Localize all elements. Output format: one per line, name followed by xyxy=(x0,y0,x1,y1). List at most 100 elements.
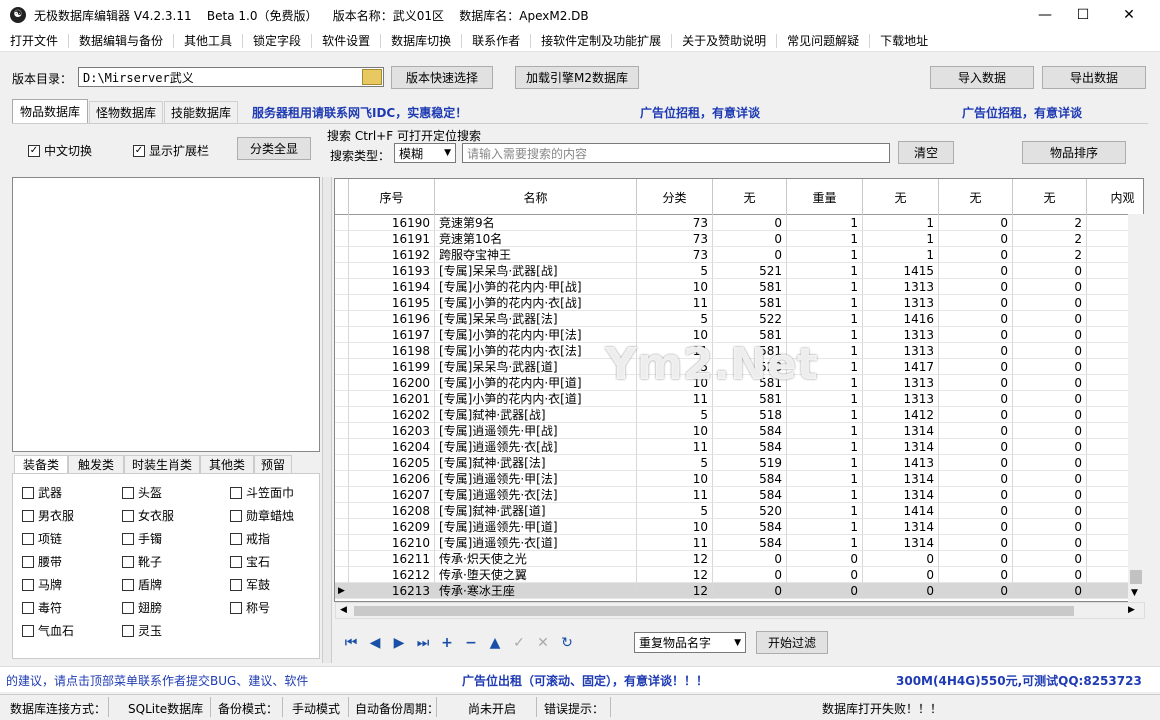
table-cell[interactable]: 0 xyxy=(1013,359,1087,375)
next-record-icon[interactable]: ▶ xyxy=(390,634,408,652)
column-header[interactable]: 无 xyxy=(863,179,939,215)
table-cell[interactable]: [专属]逍遥领先·甲[战] xyxy=(435,423,637,439)
column-header[interactable]: 名称 xyxy=(435,179,637,215)
table-cell[interactable]: 12 xyxy=(637,567,713,583)
table-cell[interactable]: [专属]小笋的花内内·甲[战] xyxy=(435,279,637,295)
table-cell[interactable]: 10 xyxy=(637,375,713,391)
table-cell[interactable]: 0 xyxy=(939,567,1013,583)
table-cell[interactable]: 523 xyxy=(713,359,787,375)
menu-item[interactable]: 联系作者 xyxy=(462,33,532,48)
show-ext-checkbox[interactable]: ✓ 显示扩展栏 xyxy=(133,142,209,159)
table-cell[interactable]: 1412 xyxy=(863,407,939,423)
table-cell[interactable]: 16210 xyxy=(349,535,435,551)
table-row[interactable]: 16192跨服夺宝神王730110242 xyxy=(335,247,1143,263)
table-cell[interactable]: 11 xyxy=(637,487,713,503)
table-cell[interactable]: 522 xyxy=(713,311,787,327)
table-cell[interactable]: [专属]呆呆鸟·武器[法] xyxy=(435,311,637,327)
table-cell[interactable]: 1416 xyxy=(863,311,939,327)
tab-items[interactable]: 物品数据库 xyxy=(12,99,88,123)
table-cell[interactable]: 0 xyxy=(1013,279,1087,295)
table-cell[interactable]: 传承·寒冰王座 xyxy=(435,583,637,599)
table-cell[interactable]: 584 xyxy=(713,439,787,455)
category-checkbox[interactable]: 女衣服 xyxy=(122,507,174,524)
table-cell[interactable]: 1313 xyxy=(863,391,939,407)
table-cell[interactable]: 1314 xyxy=(863,439,939,455)
table-cell[interactable]: 1313 xyxy=(863,279,939,295)
table-row[interactable]: 16210[专属]逍遥领先·衣[道]11584113140079 xyxy=(335,535,1143,551)
table-cell[interactable]: 0 xyxy=(939,503,1013,519)
table-row[interactable]: 16207[专属]逍遥领先·衣[法]11584113140079 xyxy=(335,487,1143,503)
table-cell[interactable]: 0 xyxy=(939,375,1013,391)
category-checkbox[interactable]: 腰带 xyxy=(22,553,62,570)
category-checkbox[interactable]: 头盔 xyxy=(122,484,162,501)
table-cell[interactable]: 1 xyxy=(787,519,863,535)
table-cell[interactable]: 0 xyxy=(1013,391,1087,407)
table-cell[interactable]: 1 xyxy=(787,327,863,343)
category-checkbox[interactable]: 翅膀 xyxy=(122,599,162,616)
cancel-edit-icon[interactable]: ✕ xyxy=(534,634,552,652)
table-cell[interactable]: 584 xyxy=(713,471,787,487)
table-cell[interactable]: [专属]弑神·武器[法] xyxy=(435,455,637,471)
table-cell[interactable]: 2 xyxy=(1013,247,1087,263)
table-cell[interactable]: 1413 xyxy=(863,455,939,471)
table-cell[interactable]: 0 xyxy=(1013,583,1087,599)
table-cell[interactable]: 0 xyxy=(939,551,1013,567)
table-cell[interactable]: 0 xyxy=(787,583,863,599)
table-cell[interactable]: 10 xyxy=(637,327,713,343)
menu-item[interactable]: 关于及赞助说明 xyxy=(672,33,778,48)
table-cell[interactable]: 1415 xyxy=(863,263,939,279)
table-cell[interactable]: 16203 xyxy=(349,423,435,439)
table-cell[interactable]: [专属]小笋的花内内·甲[道] xyxy=(435,375,637,391)
table-cell[interactable]: 1 xyxy=(787,247,863,263)
search-input[interactable]: 请输入需要搜索的内容 xyxy=(462,143,890,163)
category-tab[interactable]: 其他类 xyxy=(200,455,254,473)
table-row[interactable]: 16198[专属]小笋的花内内·衣[法]11581113130078 xyxy=(335,343,1143,359)
table-cell[interactable]: 0 xyxy=(713,215,787,231)
item-sort-button[interactable]: 物品排序 xyxy=(1022,141,1126,164)
table-cell[interactable]: 0 xyxy=(939,519,1013,535)
table-cell[interactable]: 1 xyxy=(787,455,863,471)
table-cell[interactable]: 16209 xyxy=(349,519,435,535)
scroll-thumb[interactable] xyxy=(1130,570,1142,584)
tab-skills[interactable]: 技能数据库 xyxy=(164,101,238,123)
table-cell[interactable]: 16190 xyxy=(349,215,435,231)
table-cell[interactable]: [专属]逍遥领先·衣[战] xyxy=(435,439,637,455)
table-cell[interactable]: 5 xyxy=(637,263,713,279)
table-row[interactable]: 16206[专属]逍遥领先·甲[法]10584113140079 xyxy=(335,471,1143,487)
table-cell[interactable]: 1414 xyxy=(863,503,939,519)
table-cell[interactable]: 1 xyxy=(787,423,863,439)
table-cell[interactable]: [专属]小笋的花内内·衣[道] xyxy=(435,391,637,407)
table-cell[interactable]: [专属]逍遥领先·衣[道] xyxy=(435,535,637,551)
column-header[interactable]: 无 xyxy=(939,179,1013,215)
table-row[interactable]: 16197[专属]小笋的花内内·甲[法]10581113130078 xyxy=(335,327,1143,343)
table-cell[interactable]: 10 xyxy=(637,423,713,439)
table-cell[interactable]: [专属]呆呆鸟·武器[战] xyxy=(435,263,637,279)
scroll-thumb[interactable] xyxy=(354,606,1074,616)
table-row[interactable]: 16203[专属]逍遥领先·甲[战]10584113140079 xyxy=(335,423,1143,439)
table-cell[interactable]: 16202 xyxy=(349,407,435,423)
category-tab[interactable]: 触发类 xyxy=(68,455,124,473)
table-cell[interactable]: 竞速第9名 xyxy=(435,215,637,231)
category-tab[interactable]: 时装生肖类 xyxy=(124,455,200,473)
table-cell[interactable]: 16199 xyxy=(349,359,435,375)
table-cell[interactable]: 1 xyxy=(787,535,863,551)
table-cell[interactable]: 0 xyxy=(939,471,1013,487)
table-row[interactable]: 16211传承·炽天使之光1200000118 xyxy=(335,551,1143,567)
table-cell[interactable]: 0 xyxy=(863,567,939,583)
table-cell[interactable]: 0 xyxy=(1013,407,1087,423)
maximize-button[interactable]: ☐ xyxy=(1060,0,1106,30)
table-cell[interactable]: 16213 xyxy=(349,583,435,599)
table-row[interactable]: 16212传承·堕天使之翼1200000118 xyxy=(335,567,1143,583)
category-checkbox[interactable]: 军鼓 xyxy=(230,576,270,593)
table-cell[interactable]: 0 xyxy=(713,551,787,567)
menu-item[interactable]: 数据编辑与备份 xyxy=(69,33,175,48)
folder-icon[interactable] xyxy=(362,69,382,85)
table-cell[interactable]: 73 xyxy=(637,247,713,263)
category-tab[interactable]: 装备类 xyxy=(14,455,68,473)
table-cell[interactable]: 16200 xyxy=(349,375,435,391)
table-cell[interactable]: 0 xyxy=(939,487,1013,503)
table-cell[interactable]: 0 xyxy=(939,263,1013,279)
table-cell[interactable]: 0 xyxy=(1013,551,1087,567)
table-cell[interactable]: 2 xyxy=(1013,231,1087,247)
table-cell[interactable]: 0 xyxy=(713,583,787,599)
